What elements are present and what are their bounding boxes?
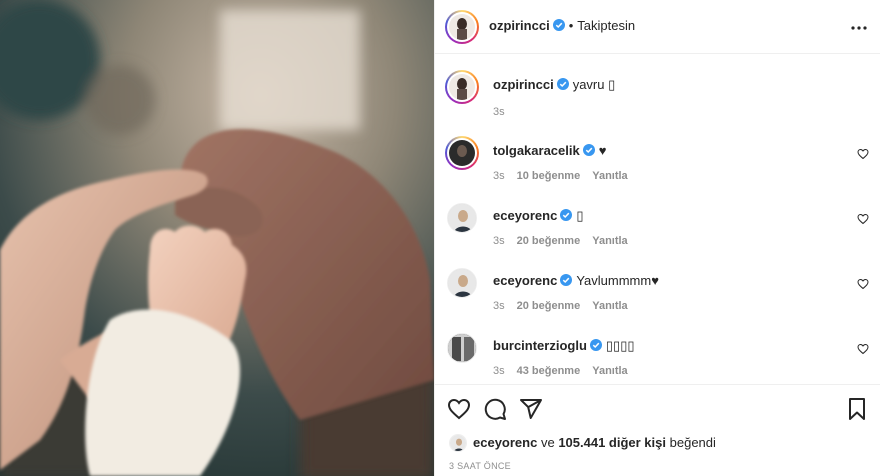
comment-text-line: eceyorenc Yavlummmm♥ (493, 272, 659, 290)
comment-meta: 3s 20 beğenme Yanıtla (493, 300, 640, 312)
follow-status-button[interactable]: Takiptesin (577, 18, 635, 33)
verified-icon (556, 78, 569, 90)
comment-username[interactable]: eceyorenc (493, 273, 557, 288)
verified-icon (582, 144, 595, 156)
caption-text-line: ozpirincci yavru ▯ (493, 76, 615, 94)
comment-text-line: eceyorenc ▯ (493, 207, 583, 225)
comment-like-heart-icon[interactable] (857, 213, 869, 225)
verified-icon (560, 209, 573, 221)
comment-likes[interactable]: 20 beğenme (517, 235, 581, 247)
comment-meta: 3s 10 beğenme Yanıtla (493, 170, 640, 182)
post-photo[interactable] (0, 0, 434, 476)
caption-body: yavru (572, 77, 605, 92)
verified-icon (589, 339, 602, 351)
likes-summary: eceyorenc ve 105.441 diğer kişi beğendi (449, 434, 716, 454)
comment-username[interactable]: tolgakaracelik (493, 143, 580, 158)
comment-icon[interactable] (483, 397, 507, 421)
bookmark-icon[interactable] (845, 397, 869, 421)
comment-avatar[interactable] (445, 136, 479, 170)
author-username[interactable]: ozpirincci (489, 18, 550, 33)
likes-conjunction: ve (540, 435, 555, 450)
post-header: ozpirincci • Takiptesin (435, 0, 880, 54)
comment-like-heart-icon[interactable] (857, 343, 869, 355)
hands-photo (0, 0, 434, 476)
post-timestamp[interactable]: 3 SAAT ÖNCE (449, 461, 511, 471)
action-bar (435, 384, 880, 430)
comment-like-heart-icon[interactable] (857, 278, 869, 290)
comment-age[interactable]: 3s (493, 300, 505, 312)
comment-body: ♥ (598, 143, 607, 158)
post-panel: ozpirincci • Takiptesin ozpirincci yavru ▯ … (434, 0, 880, 476)
reply-button[interactable]: Yanıtla (592, 170, 627, 182)
comment-body: ▯ (576, 208, 584, 223)
caption-emoji: ▯ (608, 77, 616, 92)
comment-likes[interactable]: 20 beğenme (517, 300, 581, 312)
caption-age[interactable]: 3s (493, 106, 505, 118)
comment-like-heart-icon[interactable] (857, 148, 869, 160)
reply-button[interactable]: Yanıtla (592, 365, 627, 377)
comment-age[interactable]: 3s (493, 170, 505, 182)
caption-avatar[interactable] (445, 70, 479, 104)
comment-avatar[interactable] (447, 333, 477, 363)
comment-avatar[interactable] (447, 203, 477, 233)
liker-avatar[interactable] (449, 434, 467, 452)
comment-age[interactable]: 3s (493, 235, 505, 247)
likes-suffix: beğendi (669, 435, 716, 450)
comment-text-line: burcinterzioglu ▯▯▯▯ (493, 337, 635, 355)
heart-icon[interactable] (447, 397, 471, 421)
comments-list[interactable]: ozpirincci yavru ▯ 3s tolgakaracelik ♥ 3s 1… (435, 54, 880, 384)
comment-likes[interactable]: 43 beğenme (517, 365, 581, 377)
comment-avatar[interactable] (447, 268, 477, 298)
author-avatar[interactable] (445, 10, 479, 44)
header-userline: ozpirincci • Takiptesin (489, 18, 635, 33)
liker-username[interactable]: eceyorenc (473, 435, 537, 450)
comment-text-line: tolgakaracelik ♥ (493, 142, 606, 160)
comment-username[interactable]: burcinterzioglu (493, 338, 587, 353)
comment-body: ▯▯▯▯ (605, 338, 635, 353)
comment-age[interactable]: 3s (493, 365, 505, 377)
caption-username[interactable]: ozpirincci (493, 77, 554, 92)
share-icon[interactable] (519, 397, 543, 421)
reply-button[interactable]: Yanıtla (592, 300, 627, 312)
verified-icon (552, 19, 565, 31)
comment-username[interactable]: eceyorenc (493, 208, 557, 223)
comment-meta: 3s 43 beğenme Yanıtla (493, 365, 640, 377)
separator-dot: • (568, 18, 574, 33)
comment-likes[interactable]: 10 beğenme (517, 170, 581, 182)
likes-count[interactable]: 105.441 diğer kişi (558, 435, 666, 450)
comment-body: Yavlummmm♥ (576, 273, 659, 288)
caption-meta: 3s (493, 106, 517, 118)
reply-button[interactable]: Yanıtla (592, 235, 627, 247)
verified-icon (560, 274, 573, 286)
more-options-icon[interactable] (851, 18, 867, 34)
comment-meta: 3s 20 beğenme Yanıtla (493, 235, 640, 247)
